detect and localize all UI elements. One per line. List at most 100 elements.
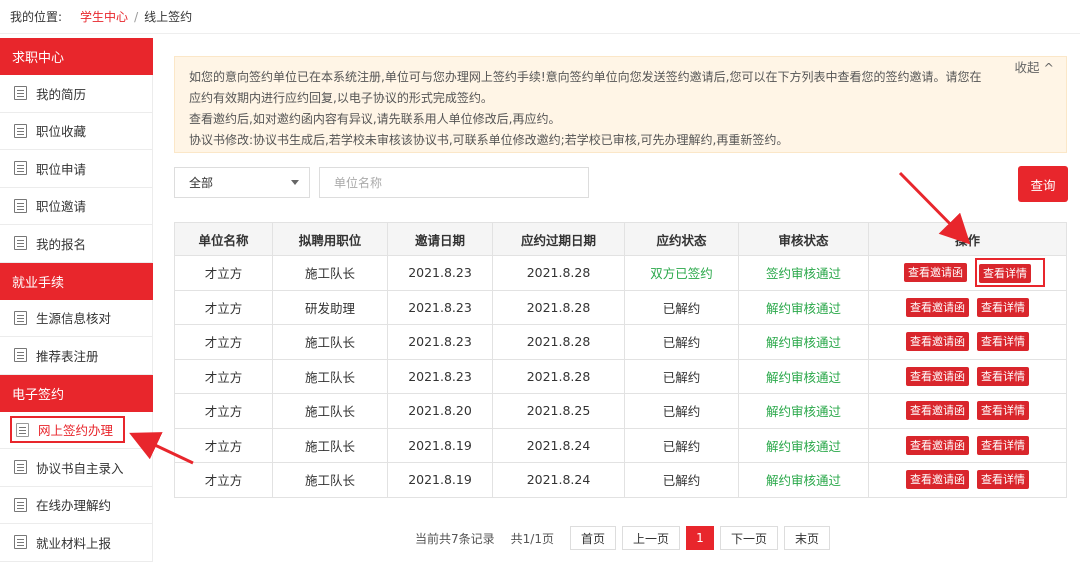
details-highlight-box: 查看详情 [975,258,1045,288]
sidebar-item-label: 协议书自主录入 [36,460,124,476]
view-details-button[interactable]: 查看详情 [977,332,1029,352]
table-row: 才立方 研发助理 2021.8.23 2021.8.28 已解约 解约审核通过 … [174,289,1067,325]
view-invitation-button[interactable]: 查看邀请函 [906,297,969,317]
collapse-toggle[interactable]: 收起 ^ [1015,57,1054,78]
sidebar-item-resume[interactable]: 我的简历 [0,75,153,113]
cell-invite-date: 2021.8.23 [387,358,493,394]
cell-actions: 查看邀请函 查看详情 [868,393,1067,429]
document-icon [14,123,27,138]
sidebar-group-procedures[interactable]: 就业手续 [0,262,153,300]
sidebar-group-e-sign[interactable]: 电子签约 [0,374,153,412]
cell-expire-date: 2021.8.28 [492,255,625,291]
cell-invite-date: 2021.8.23 [387,289,493,325]
cell-expire-date: 2021.8.24 [492,427,625,463]
prev-page-button[interactable]: 上一页 [621,526,680,550]
sidebar-item-favorites[interactable]: 职位收藏 [0,112,153,150]
cell-status: 已解约 [624,393,739,429]
cell-expire-date: 2021.8.28 [492,358,625,394]
cell-actions: 查看邀请函 查看详情 [868,289,1067,325]
view-invitation-button[interactable]: 查看邀请函 [906,366,969,386]
sidebar-item-label: 我的简历 [36,86,87,102]
notice-line: 协议书修改:协议书生成后,若学校未审核该协议书,可联系单位修改邀约;若学校已审核… [189,133,789,147]
cell-status: 已解约 [624,324,739,360]
view-details-button[interactable]: 查看详情 [977,401,1029,421]
table-header-row: 单位名称 拟聘用职位 邀请日期 应约过期日期 应约状态 审核状态 操作 [174,222,1067,256]
main-content: 收起 ^ 如您的意向签约单位已在本系统注册,单位可与您办理网上签约手续!意向签约… [174,56,1068,498]
view-details-button[interactable]: 查看详情 [977,366,1029,386]
sidebar-item-agreement-entry[interactable]: 协议书自主录入 [0,449,153,487]
view-invitation-button[interactable]: 查看邀请函 [906,435,969,455]
notice-line: 如您的意向签约单位已在本系统注册,单位可与您办理网上签约手续!意向签约单位向您发… [189,70,982,105]
view-details-button[interactable]: 查看详情 [977,435,1029,455]
sidebar-item-label: 在线办理解约 [36,498,112,514]
sidebar-item-registrations[interactable]: 我的报名 [0,225,153,263]
view-invitation-button[interactable]: 查看邀请函 [906,470,969,490]
sidebar-group-job-center[interactable]: 求职中心 [0,38,153,75]
cell-position: 施工队长 [272,324,388,360]
table-row: 才立方 施工队长 2021.8.20 2021.8.25 已解约 解约审核通过 … [174,393,1067,429]
status-select-value: 全部 [189,176,214,190]
document-icon [14,236,27,251]
view-invitation-button[interactable]: 查看邀请函 [906,332,969,352]
cell-invite-date: 2021.8.19 [387,427,493,463]
invitation-table: 单位名称 拟聘用职位 邀请日期 应约过期日期 应约状态 审核状态 操作 才立方 … [174,222,1067,498]
table-row: 才立方 施工队长 2021.8.23 2021.8.28 已解约 解约审核通过 … [174,324,1067,360]
sidebar-item-invitations[interactable]: 职位邀请 [0,187,153,225]
cell-company: 才立方 [174,324,273,360]
notice-panel: 收起 ^ 如您的意向签约单位已在本系统注册,单位可与您办理网上签约手续!意向签约… [174,56,1067,153]
sidebar-item-label: 我的报名 [36,236,87,252]
table-row: 才立方 施工队长 2021.8.19 2021.8.24 已解约 解约审核通过 … [174,462,1067,498]
cell-expire-date: 2021.8.25 [492,393,625,429]
sidebar-item-online-signing[interactable]: 网上签约办理 [0,411,153,449]
col-review: 审核状态 [738,222,869,256]
col-expire-date: 应约过期日期 [492,222,625,256]
status-select[interactable]: 全部 [174,167,310,198]
document-icon [14,161,27,176]
view-details-button[interactable]: 查看详情 [979,264,1031,284]
breadcrumb: 我的位置: 学生中心 / 线上签约 [0,0,1080,34]
active-highlight-box: 网上签约办理 [10,416,126,444]
company-name-input[interactable]: 单位名称 [319,167,589,198]
cell-actions: 查看邀请函 查看详情 [868,255,1067,291]
sidebar: 求职中心 我的简历 职位收藏 职位申请 职位邀请 我的报名 就业手续 生源信息核… [0,38,153,562]
pagination: 当前共7条记录 共1/1页 首页 上一页 1 下一页 末页 [415,526,831,550]
sidebar-item-recommendation[interactable]: 推荐表注册 [0,337,153,375]
cell-review: 解约审核通过 [738,427,869,463]
cell-position: 施工队长 [272,255,388,291]
first-page-button[interactable]: 首页 [569,526,616,550]
table-row: 才立方 施工队长 2021.8.19 2021.8.24 已解约 解约审核通过 … [174,427,1067,463]
sidebar-item-label: 网上签约办理 [38,423,114,439]
last-page-button[interactable]: 末页 [784,526,831,550]
pager-pages: 共1/1页 [510,531,554,546]
cell-invite-date: 2021.8.19 [387,462,493,498]
query-button[interactable]: 查询 [1018,166,1068,202]
document-icon [14,535,27,550]
cell-position: 施工队长 [272,358,388,394]
view-details-button[interactable]: 查看详情 [977,297,1029,317]
sidebar-item-online-termination[interactable]: 在线办理解约 [0,486,153,524]
next-page-button[interactable]: 下一页 [720,526,779,550]
sidebar-item-label: 生源信息核对 [36,311,112,327]
cell-position: 研发助理 [272,289,388,325]
sidebar-item-source-info[interactable]: 生源信息核对 [0,299,153,337]
view-invitation-button[interactable]: 查看邀请函 [906,401,969,421]
cell-actions: 查看邀请函 查看详情 [868,462,1067,498]
sidebar-item-applications[interactable]: 职位申请 [0,150,153,188]
view-invitation-button[interactable]: 查看邀请函 [904,263,967,283]
search-row: 全部 单位名称 查询 [174,166,1068,202]
sidebar-item-materials-report[interactable]: 就业材料上报 [0,524,153,562]
view-details-button[interactable]: 查看详情 [977,470,1029,490]
cell-actions: 查看邀请函 查看详情 [868,427,1067,463]
cell-invite-date: 2021.8.20 [387,393,493,429]
cell-invite-date: 2021.8.23 [387,255,493,291]
document-icon [14,310,27,325]
cell-company: 才立方 [174,393,273,429]
cell-actions: 查看邀请函 查看详情 [868,324,1067,360]
cell-position: 施工队长 [272,427,388,463]
document-icon [14,497,27,512]
notice-line: 查看邀约后,如对邀约函内容有异议,请先联系用人单位修改后,再应约。 [189,112,561,126]
current-page-button[interactable]: 1 [686,526,714,550]
cell-status: 已解约 [624,358,739,394]
chevron-down-icon [291,180,299,185]
breadcrumb-home-link[interactable]: 学生中心 [80,8,128,25]
